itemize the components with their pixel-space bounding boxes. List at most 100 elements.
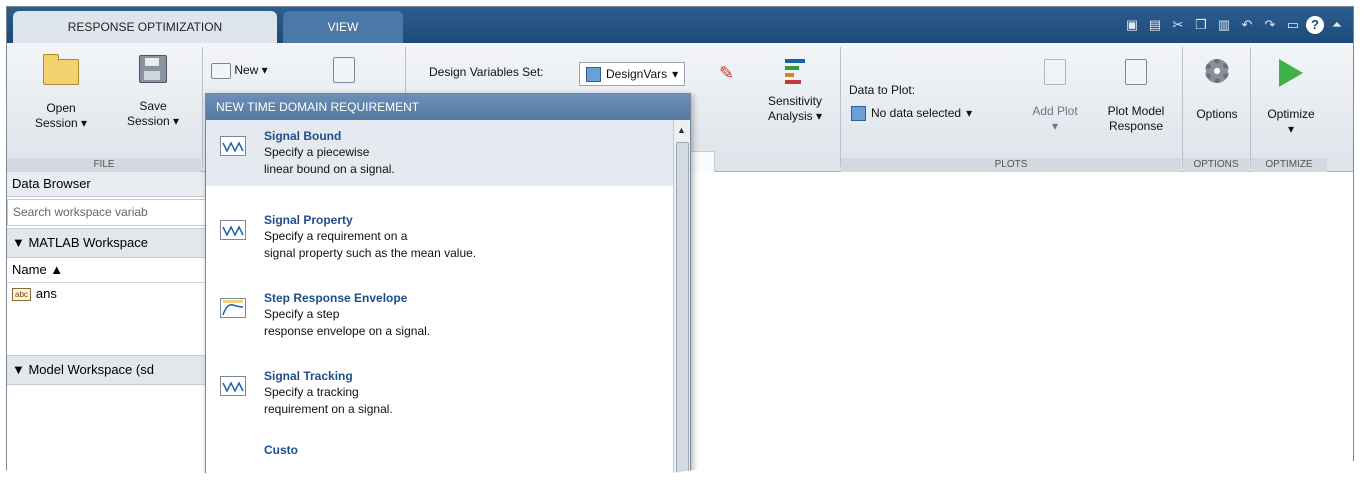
design-vars-label: Design Variables Set: (429, 65, 544, 79)
menu-item-desc: Specify a step (264, 307, 340, 321)
play-icon (1279, 59, 1303, 87)
signal-property-icon (220, 220, 246, 240)
open-label: Open (46, 101, 76, 115)
menu-item-title: Signal Property (264, 213, 353, 227)
new-icon[interactable]: ▣ (1122, 15, 1142, 35)
menu-item-signal-bound[interactable]: Signal Bound Specify a piecewise linear … (206, 120, 690, 186)
undo-icon[interactable]: ↶ (1237, 15, 1257, 35)
open-session-button[interactable]: Open Session ▾ (23, 54, 99, 131)
menu-item-title: Signal Bound (264, 129, 342, 143)
window-icon[interactable]: ▭ (1283, 15, 1303, 35)
save-icon[interactable]: ▤ (1145, 15, 1165, 35)
add-plot-button[interactable]: Add Plot ▾ (1023, 59, 1087, 134)
name-column-header[interactable]: Name ▲ (7, 258, 207, 283)
menu-item-desc: signal property such as the mean value. (264, 246, 477, 260)
copy-icon[interactable]: ❐ (1191, 15, 1211, 35)
options-button[interactable]: Options (1187, 59, 1247, 122)
group-label-options: OPTIONS (1183, 158, 1249, 172)
save-label: Save (139, 99, 167, 113)
folder-icon (43, 54, 79, 85)
new-requirement-button[interactable]: New ▾ (211, 63, 291, 79)
menu-item-desc: Specify a tracking (264, 385, 359, 399)
menu-item-signal-property[interactable]: Signal Property Specify a requirement on… (206, 204, 690, 270)
cube-icon (851, 105, 866, 121)
chevron-down-icon: ▾ (1287, 122, 1295, 136)
paste-icon[interactable]: ▥ (1214, 15, 1234, 35)
plot-model-sub-label: Response (1108, 119, 1164, 133)
plot-model-response-button[interactable]: Plot Model Response (1097, 59, 1175, 134)
data-to-plot-dropdown[interactable]: No data selected ▾ (847, 102, 976, 124)
add-plot-label: Add Plot (1032, 104, 1078, 118)
menu-item-custom[interactable]: Custo (206, 434, 690, 464)
scrollbar-thumb[interactable] (676, 142, 689, 476)
collapse-ribbon-icon[interactable]: ⏶ (1327, 15, 1347, 35)
menu-item-title: Step Response Envelope (264, 291, 408, 305)
divider (1250, 47, 1251, 167)
app-window: RESPONSE OPTIMIZATION VIEW ▣ ▤ ✂ ❐ ▥ ↶ ↷… (6, 6, 1354, 476)
evaluate-requirement-button[interactable] (331, 57, 357, 86)
optimize-label: Optimize (1267, 107, 1315, 121)
sensitivity-label: Sensitivity (767, 94, 823, 108)
group-label-plots: PLOTS (841, 158, 1181, 172)
options-label: Options (1196, 107, 1238, 121)
open-sub-label: Session ▾ (34, 116, 88, 130)
variable-name: ans (35, 286, 57, 301)
gear-icon (1205, 59, 1229, 83)
menu-scrollbar[interactable]: ▲ (673, 120, 690, 476)
data-browser-title: Data Browser (7, 172, 207, 197)
menu-item-desc: Specify a piecewise (264, 145, 370, 159)
plot-model-label: Plot Model (1107, 104, 1165, 118)
signal-bound-icon (220, 136, 246, 156)
design-vars-value: DesignVars (606, 67, 668, 81)
floppy-icon (139, 55, 167, 83)
design-vars-dropdown[interactable]: DesignVars ▾ (579, 62, 686, 86)
data-browser: Data Browser Search workspace variab ▼ M… (7, 172, 208, 476)
signal-tracking-icon (220, 376, 246, 396)
menu-item-desc: requirement on a signal. (264, 402, 393, 416)
quick-access-toolbar: ▣ ▤ ✂ ❐ ▥ ↶ ↷ ▭ ? ⏶ (1122, 14, 1347, 36)
tab-view[interactable]: VIEW (283, 11, 403, 43)
menu-item-step-response-envelope[interactable]: Step Response Envelope Specify a step re… (206, 282, 690, 348)
step-response-icon (220, 298, 246, 318)
new-label: New ▾ (234, 63, 268, 78)
add-plot-icon (1044, 59, 1066, 85)
cut-icon[interactable]: ✂ (1168, 15, 1188, 35)
chevron-down-icon: ▾ (672, 67, 679, 81)
tab-response-optimization[interactable]: RESPONSE OPTIMIZATION (13, 11, 277, 43)
sensitivity-icon (783, 57, 807, 85)
menu-item-desc: Specify a requirement on a (264, 229, 408, 243)
save-session-button[interactable]: Save Session ▾ (113, 55, 193, 129)
optimize-button[interactable]: Optimize ▾ (1257, 59, 1325, 137)
new-requirement-menu: NEW TIME DOMAIN REQUIREMENT Signal Bound… (205, 93, 691, 476)
help-icon[interactable]: ? (1306, 16, 1324, 34)
sensitivity-sub-label: Analysis ▾ (767, 109, 823, 123)
cube-icon (586, 66, 601, 82)
data-to-plot-label: Data to Plot: (849, 83, 916, 97)
menu-item-title: Signal Tracking (264, 369, 353, 383)
menu-item-desc: response envelope on a signal. (264, 324, 431, 338)
divider (840, 47, 841, 167)
group-label-file: FILE (7, 158, 201, 172)
menu-header: NEW TIME DOMAIN REQUIREMENT (206, 94, 690, 120)
divider (202, 47, 203, 167)
chevron-down-icon: ▾ (966, 106, 973, 120)
group-label-optimize: OPTIMIZE (1251, 158, 1327, 172)
new-requirement-icon (211, 63, 231, 79)
data-to-plot-value: No data selected (871, 106, 962, 120)
menu-item-title: Custo (264, 443, 298, 457)
evaluate-requirement-icon (333, 57, 355, 83)
search-input[interactable]: Search workspace variab (7, 199, 207, 226)
edit-pencil-icon[interactable]: ✎ (719, 63, 734, 84)
sensitivity-analysis-button[interactable]: Sensitivity Analysis ▾ (752, 57, 838, 124)
save-sub-label: Session ▾ (126, 114, 180, 128)
scroll-up-icon[interactable]: ▲ (677, 125, 686, 135)
redo-icon[interactable]: ↷ (1260, 15, 1280, 35)
menu-item-desc: linear bound on a signal. (264, 162, 395, 176)
matlab-workspace-header[interactable]: ▼ MATLAB Workspace (7, 228, 207, 258)
list-item[interactable]: abc ans (7, 283, 207, 305)
char-variable-icon: abc (12, 287, 31, 301)
model-workspace-header[interactable]: ▼ Model Workspace (sd (7, 355, 207, 385)
menu-item-signal-tracking[interactable]: Signal Tracking Specify a tracking requi… (206, 360, 690, 426)
chevron-down-icon: ▾ (1051, 119, 1059, 133)
